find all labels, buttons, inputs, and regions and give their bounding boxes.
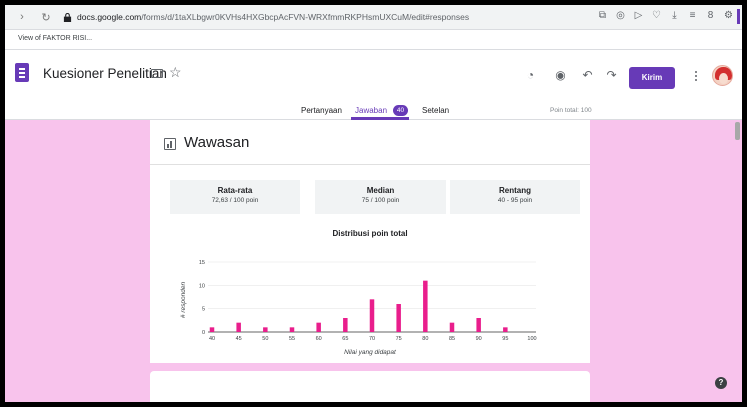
bookmarks-bar: View of FAKTOR RISI...	[5, 30, 742, 50]
stat-value: 40 - 95 poin	[497, 197, 533, 204]
play-icon[interactable]: ▷	[633, 10, 644, 21]
lock-icon	[63, 12, 72, 22]
scrollbar-thumb[interactable]	[735, 122, 740, 140]
chart-bar[interactable]	[476, 318, 481, 332]
chart-x-tick-label: 75	[396, 336, 402, 342]
chart-x-tick-label: 45	[236, 336, 242, 342]
chart-bar[interactable]	[503, 327, 508, 332]
points-total: Poin total: 100	[550, 107, 592, 114]
forms-header: Kuesioner Penelitian ☆ ◔ ◉ ↶ ↷ Kirim Per…	[5, 50, 742, 120]
chart-x-tick-label: 70	[369, 336, 375, 342]
chart-y-tick-label: 5	[202, 307, 205, 313]
google-forms-icon[interactable]	[15, 63, 29, 82]
redo-icon[interactable]: ↷	[605, 69, 618, 82]
browser-window: › ↻ docs.google.com/forms/d/1taXLbgwr0KV…	[5, 5, 742, 402]
tab-questions[interactable]: Pertanyaan	[301, 106, 342, 115]
chart-y-axis-label: # responden	[180, 282, 187, 319]
camera-icon[interactable]: ◎	[615, 10, 626, 21]
chart-x-tick-label: 65	[342, 336, 348, 342]
chart-x-tick-label: 60	[316, 336, 322, 342]
send-button[interactable]: Kirim	[629, 67, 675, 89]
stat-average: Rata-rata 72,63 / 100 poin	[170, 180, 300, 214]
chart-bar[interactable]	[263, 327, 268, 332]
download-icon[interactable]: ⤓	[669, 10, 680, 21]
tab-settings[interactable]: Setelan	[422, 106, 449, 115]
palette-icon[interactable]: ◔	[524, 69, 537, 82]
chart-bar[interactable]	[423, 280, 428, 332]
next-card	[150, 371, 590, 402]
insights-card: Wawasan Rata-rata 72,63 / 100 poin Media…	[150, 120, 590, 363]
chart-x-tick-label: 40	[209, 336, 215, 342]
forward-icon[interactable]: ›	[15, 11, 29, 23]
star-icon[interactable]: ☆	[169, 64, 182, 81]
responses-count-badge: 40	[393, 105, 408, 116]
chart-bar[interactable]	[236, 322, 241, 332]
chart-bar[interactable]	[449, 322, 455, 332]
chart-y-tick-label: 15	[199, 260, 205, 266]
chart-bar[interactable]	[369, 299, 375, 332]
page-info-icon[interactable]: ⧉	[597, 10, 608, 21]
chart-bar[interactable]	[209, 327, 215, 332]
undo-icon[interactable]: ↶	[581, 69, 594, 82]
chart-bar[interactable]	[343, 318, 348, 332]
chart-bar[interactable]	[289, 327, 295, 332]
chart-y-tick-label: 0	[202, 330, 205, 336]
address-bar[interactable]: › ↻ docs.google.com/forms/d/1taXLbgwr0KV…	[5, 5, 742, 30]
chart-x-tick-label: 85	[449, 336, 455, 342]
stat-label: Rata-rata	[217, 186, 253, 195]
more-vert-icon[interactable]	[694, 69, 698, 83]
form-tabs: Pertanyaan Jawaban 40 Setelan Poin total…	[5, 103, 742, 120]
avatar[interactable]	[712, 65, 733, 86]
form-title[interactable]: Kuesioner Penelitian	[43, 66, 167, 81]
folder-icon[interactable]	[151, 69, 163, 78]
divider	[150, 164, 590, 165]
section-title: Wawasan	[184, 134, 250, 151]
stat-value: 72,63 / 100 poin	[211, 197, 259, 204]
bookmark-item[interactable]: View of FAKTOR RISI...	[18, 35, 92, 42]
chart-x-tick-label: 50	[262, 336, 268, 342]
stat-value: 75 / 100 poin	[361, 197, 400, 204]
chart-x-tick-label: 55	[289, 336, 295, 342]
chart-x-tick-label: 100	[527, 336, 536, 342]
profile-icon[interactable]: 8	[705, 10, 716, 21]
url-path: /forms/d/1taXLbgwr0KVHs4HXGbcpAcFVN-WRXf…	[141, 12, 470, 22]
url-text[interactable]: docs.google.com/forms/d/1taXLbgwr0KVHs4H…	[77, 12, 469, 22]
stat-median: Median 75 / 100 poin	[315, 180, 446, 214]
stat-label: Rentang	[499, 186, 531, 195]
help-icon[interactable]: ?	[715, 377, 727, 389]
chart-x-tick-label: 95	[502, 336, 508, 342]
chart-x-axis-label: Nilai yang didapat	[344, 349, 397, 356]
tab-responses[interactable]: Jawaban	[355, 106, 387, 115]
points-distribution-chart: Distribusi poin total # responden Nilai …	[180, 229, 537, 356]
bar-chart-icon	[164, 138, 176, 150]
chart-bar[interactable]	[316, 322, 321, 332]
heart-icon[interactable]: ♡	[651, 10, 662, 21]
chart-title: Distribusi poin total	[332, 229, 407, 238]
chart-x-tick-label: 80	[422, 336, 428, 342]
extensions-icon[interactable]: ⚙	[723, 10, 734, 21]
stat-range: Rentang 40 - 95 poin	[450, 180, 580, 214]
stat-label: Median	[366, 186, 395, 195]
reload-icon[interactable]: ↻	[39, 11, 53, 24]
chart-y-tick-label: 10	[199, 283, 205, 289]
url-host: docs.google.com	[77, 12, 142, 22]
chart-x-tick-label: 90	[476, 336, 482, 342]
preview-eye-icon[interactable]: ◉	[554, 69, 567, 82]
accent-mark	[737, 9, 740, 24]
chart-bar[interactable]	[396, 304, 401, 332]
menu-icon[interactable]: ≡	[687, 10, 698, 21]
